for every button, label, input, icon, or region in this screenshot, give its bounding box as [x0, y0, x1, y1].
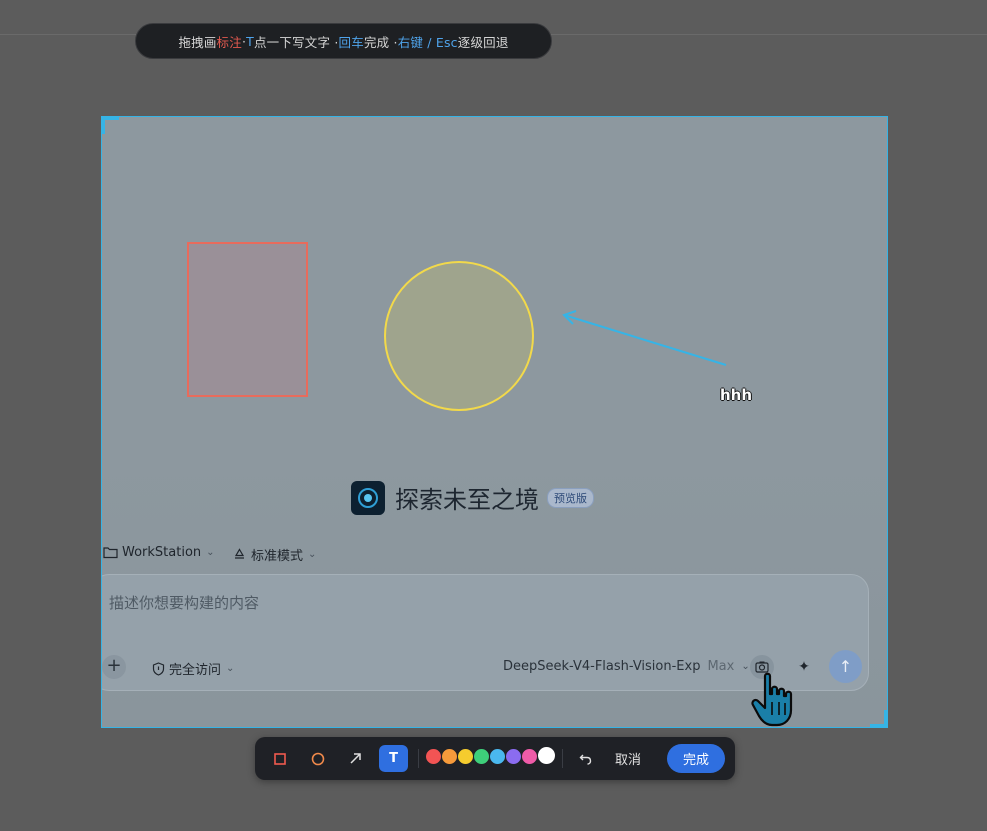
brand-title: 探索未至之境 [395, 486, 539, 514]
hint-t-key: T [246, 33, 254, 49]
text-tool-button[interactable]: T [379, 745, 408, 772]
chevron-down-icon: ⌄ [226, 663, 235, 674]
hint-drag: 拖拽画 [178, 34, 217, 50]
hint-enter-desc: 完成 · [363, 34, 398, 50]
color-swatch[interactable] [442, 749, 457, 764]
model-name: DeepSeek-V4-Flash-Vision-Exp [503, 659, 701, 674]
mode-label: 标准模式 [251, 549, 304, 564]
access-label: 完全访问 [169, 663, 222, 678]
color-swatch[interactable] [522, 749, 537, 764]
color-swatch[interactable] [426, 749, 441, 764]
color-swatch[interactable] [474, 749, 489, 764]
model-selector[interactable]: DeepSeek-V4-Flash-Vision-Exp Max ⌄ [503, 659, 750, 674]
undo-button[interactable] [571, 745, 600, 772]
annotation-toolbar: T 取消 完成 [255, 737, 735, 780]
access-selector[interactable]: 完全访问 ⌄ [152, 659, 234, 678]
hint-enter-key: 回车 [338, 34, 364, 50]
chevron-down-icon: ⌄ [308, 549, 317, 560]
color-swatch[interactable] [538, 747, 555, 764]
toolbar-divider [562, 749, 563, 768]
hint-t-desc: 点一下写文字 · [253, 34, 339, 50]
ellipse-tool-button[interactable] [303, 745, 332, 772]
arrow-up-icon: ↑ [838, 657, 853, 676]
hint-right-key: 右键 / Esc [397, 34, 458, 50]
mode-selector[interactable]: 标准模式 ⌄ [232, 545, 316, 564]
hint-bar: 拖拽画 标注 · T 点一下写文字 · 回车 完成 · 右键 / Esc 逐级回退 [135, 23, 552, 59]
prompt-input[interactable]: 描述你想要构建的内容 [109, 592, 259, 613]
done-button[interactable]: 完成 [667, 744, 725, 773]
rectangle-icon [273, 752, 286, 765]
chevron-down-icon: ⌄ [741, 661, 750, 672]
arrow-icon [350, 753, 361, 764]
enhance-button[interactable]: ✦ [792, 655, 816, 679]
send-button[interactable]: ↑ [829, 650, 862, 683]
capture-region[interactable]: hhh 探索未至之境 预览版 WorkStation ⌄ 标准模式 ⌄ 描述你想… [101, 116, 888, 728]
recycle-icon [234, 547, 245, 559]
text-tool-icon: T [389, 751, 398, 766]
hint-annotate: 标注 [216, 34, 242, 50]
workspace-selector[interactable]: WorkStation ⌄ [103, 545, 215, 560]
preview-badge: 预览版 [547, 487, 594, 508]
annotation-text[interactable]: hhh [720, 386, 752, 404]
hint-right-desc: 逐级回退 [457, 34, 509, 50]
workspace-label: WorkStation [122, 545, 202, 560]
toolbar-divider [418, 749, 419, 768]
circle-icon [311, 752, 324, 765]
folder-icon [103, 547, 118, 559]
sparkle-icon: ✦ [798, 659, 810, 675]
hand-cursor-icon [751, 672, 793, 727]
rectangle-tool-button[interactable] [265, 745, 294, 772]
color-swatch[interactable] [458, 749, 473, 764]
shield-icon [152, 661, 165, 676]
chevron-down-icon: ⌄ [206, 547, 215, 558]
cancel-button[interactable]: 取消 [615, 749, 641, 768]
arrow-tool-button[interactable] [341, 745, 370, 772]
undo-icon [579, 754, 592, 765]
color-swatch[interactable] [506, 749, 521, 764]
color-swatch[interactable] [490, 749, 505, 764]
brand-logo-icon [351, 480, 385, 515]
brand-header: 探索未至之境 预览版 [351, 480, 594, 515]
add-attachment-button[interactable]: + [102, 655, 126, 679]
model-tier: Max [707, 659, 735, 674]
